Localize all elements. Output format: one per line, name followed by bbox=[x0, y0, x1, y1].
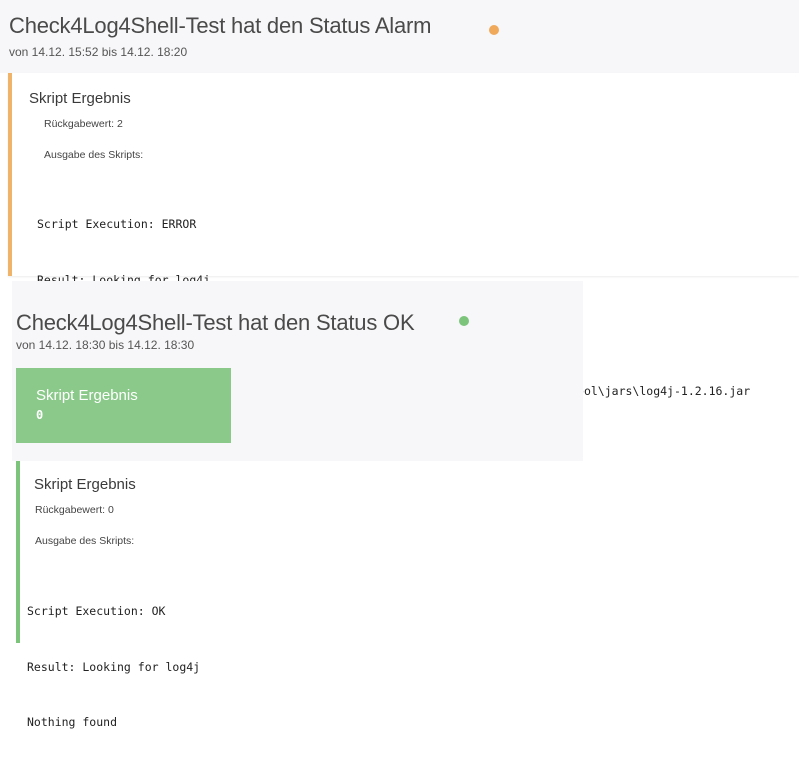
output-line: Script Execution: ERROR bbox=[37, 217, 197, 231]
ok-card-heading: Skript Ergebnis bbox=[34, 476, 136, 493]
tile-label: Skript Ergebnis bbox=[36, 387, 138, 404]
alarm-return-value: Rückgabewert: 2 bbox=[44, 118, 123, 130]
ok-output-block: Script Execution: OK Result: Looking for… bbox=[27, 565, 200, 769]
ok-script-result-card: Skript Ergebnis Rückgabewert: 0 Ausgabe … bbox=[16, 461, 799, 729]
output-line: Result: Looking for log4j bbox=[27, 659, 201, 674]
ok-period: von 14.12. 18:30 bis 14.12. 18:30 bbox=[16, 338, 195, 352]
ok-script-result-tile: Skript Ergebnis 0 bbox=[16, 368, 231, 443]
alarm-period: von 14.12. 15:52 bis 14.12. 18:20 bbox=[9, 45, 188, 59]
ok-return-value: Rückgabewert: 0 bbox=[35, 504, 114, 516]
ok-output-label: Ausgabe des Skripts: bbox=[35, 535, 135, 547]
alarm-script-result-card: Skript Ergebnis Rückgabewert: 2 Ausgabe … bbox=[8, 73, 799, 398]
alarm-status-dot-icon bbox=[489, 25, 499, 35]
alarm-status-title: Check4Log4Shell-Test hat den Status Alar… bbox=[9, 13, 432, 38]
tile-value: 0 bbox=[36, 408, 44, 422]
ok-status-dot-icon bbox=[459, 316, 469, 326]
output-line: Script Execution: OK bbox=[27, 604, 166, 618]
alarm-card-heading: Skript Ergebnis bbox=[29, 90, 131, 107]
ok-status-title: Check4Log4Shell-Test hat den Status OK bbox=[16, 310, 415, 335]
alarm-output-label: Ausgabe des Skripts: bbox=[44, 149, 144, 161]
output-line: Nothing found bbox=[27, 715, 118, 729]
